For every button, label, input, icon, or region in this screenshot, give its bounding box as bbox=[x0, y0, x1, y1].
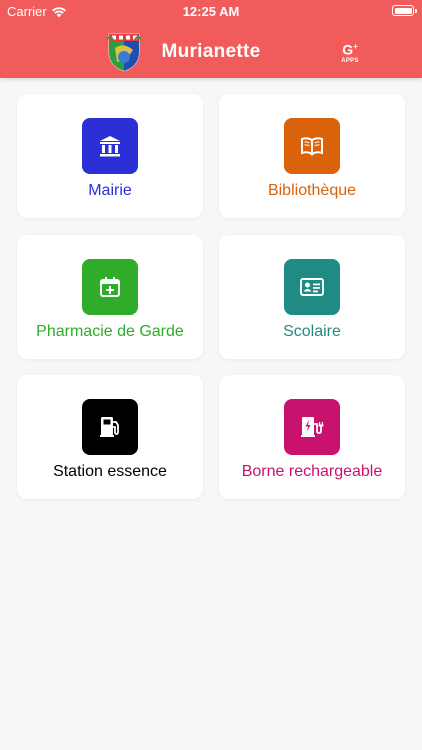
tile-label-scolaire: Scolaire bbox=[283, 323, 341, 340]
tile-label-mairie: Mairie bbox=[88, 182, 132, 199]
tile-label-bibliotheque: Bibliothèque bbox=[267, 182, 357, 199]
status-bar: Carrier 12:25 AM bbox=[0, 0, 422, 22]
tile-borne-rechargeable[interactable]: Borne rechargeable bbox=[219, 375, 405, 499]
tile-bibliotheque[interactable]: Bibliothèque bbox=[219, 94, 405, 218]
gas-pump-icon bbox=[82, 399, 138, 455]
tile-station-essence[interactable]: Station essence bbox=[17, 375, 203, 499]
tile-label-pharmacie: Pharmacie de Garde bbox=[36, 323, 184, 340]
tile-label-borne-rechargeable: Borne rechargeable bbox=[241, 463, 383, 480]
city-hall-icon bbox=[82, 118, 138, 174]
app-header: Carrier 12:25 AM Murianette G+ APPS bbox=[0, 0, 422, 78]
id-card-icon bbox=[284, 259, 340, 315]
clock: 12:25 AM bbox=[182, 4, 240, 19]
calendar-plus-icon bbox=[82, 259, 138, 315]
tile-pharmacie[interactable]: Pharmacie de Garde bbox=[17, 235, 203, 359]
tile-mairie[interactable]: Mairie bbox=[17, 94, 203, 218]
tile-scolaire[interactable]: Scolaire bbox=[219, 235, 405, 359]
tile-label-station-essence: Station essence bbox=[53, 463, 167, 480]
ev-charger-icon bbox=[284, 399, 340, 455]
apps-badge-text: APPS bbox=[341, 57, 359, 64]
apps-badge-logo: G+ bbox=[342, 41, 358, 58]
apps-badge[interactable]: G+ APPS bbox=[337, 40, 363, 66]
book-icon bbox=[284, 118, 340, 174]
battery-icon bbox=[392, 5, 417, 16]
